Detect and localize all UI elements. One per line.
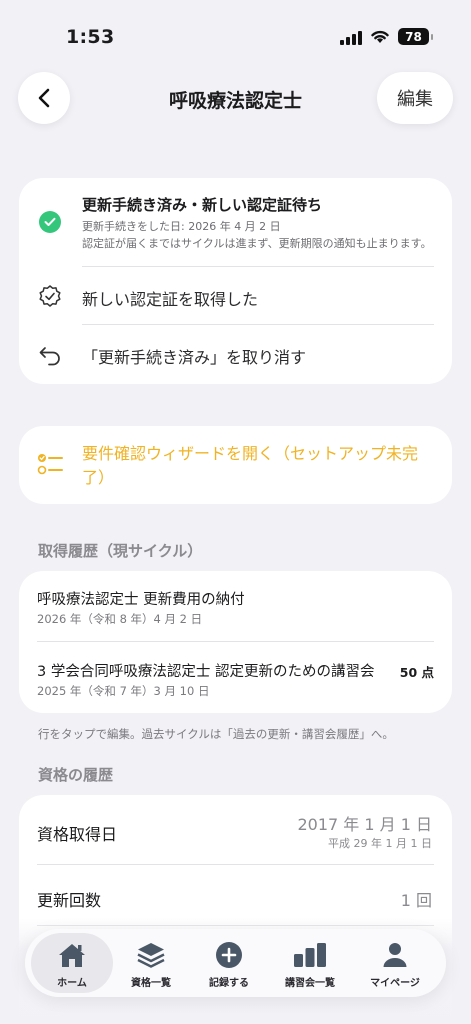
tab-label: 講習会一覧 bbox=[285, 978, 335, 989]
acquired-date-value: 2017 年 1 月 1 日 bbox=[297, 815, 432, 834]
acquired-date-row[interactable]: 資格取得日 2017 年 1 月 1 日 平成 29 年 1 月 1 日 bbox=[19, 797, 452, 863]
history-row[interactable]: 3 学会合同呼吸療法認定士 認定更新のための講習会 50 点 2025 年（令和… bbox=[19, 643, 452, 713]
undo-renewal-label: 「更新手続き済み」を取り消す bbox=[82, 348, 307, 367]
checklist-icon bbox=[37, 452, 65, 478]
tab-label: ホーム bbox=[57, 978, 87, 989]
undo-renewal-action[interactable]: 「更新手続き済み」を取り消す bbox=[19, 325, 452, 383]
history-section-heading: 取得履歴（現サイクル） bbox=[38, 542, 203, 560]
wifi-icon bbox=[371, 30, 389, 43]
house-icon bbox=[31, 941, 113, 969]
status-time: 1:53 bbox=[66, 26, 115, 48]
renewal-status-row: 更新手続き済み・新しい認定証待ち 更新手続きをした日: 2026 年 4 月 2… bbox=[19, 194, 452, 268]
screen: 1:53 78 呼吸療法認定士 編集 更新手続き済み・新しい認定証待ち 更新手続… bbox=[0, 0, 471, 1024]
qualification-section-heading: 資格の履歴 bbox=[38, 766, 114, 784]
history-item-date: 2025 年（令和 7 年）3 月 10 日 bbox=[37, 684, 210, 698]
acquired-date-japanese-era: 平成 29 年 1 月 1 日 bbox=[328, 837, 432, 850]
stack-icon bbox=[110, 941, 192, 969]
history-item-date: 2026 年（令和 8 年）4 月 2 日 bbox=[37, 612, 203, 626]
cellular-signal-icon bbox=[340, 29, 362, 45]
obtained-certificate-label: 新しい認定証を取得した bbox=[82, 290, 259, 309]
status-indicators: 78 bbox=[340, 28, 433, 45]
renewal-count-value: 1 回 bbox=[400, 891, 432, 910]
tab-seminars[interactable]: 講習会一覧 bbox=[269, 933, 351, 993]
seal-check-icon bbox=[37, 284, 63, 310]
divider bbox=[37, 641, 434, 642]
tab-home[interactable]: ホーム bbox=[31, 933, 113, 993]
undo-arrow-icon bbox=[37, 342, 63, 368]
edit-button[interactable]: 編集 bbox=[377, 72, 453, 124]
renewal-status-title: 更新手続き済み・新しい認定証待ち bbox=[82, 196, 323, 214]
requirements-wizard-button[interactable]: 要件確認ウィザードを開く（セットアップ未完了） bbox=[19, 426, 452, 504]
tab-qualifications[interactable]: 資格一覧 bbox=[110, 933, 192, 993]
renewal-count-label: 更新回数 bbox=[37, 891, 102, 910]
tab-label: マイページ bbox=[370, 978, 420, 989]
renewal-date-text: 更新手続きをした日: 2026 年 4 月 2 日 bbox=[82, 220, 281, 233]
tab-record[interactable]: 記録する bbox=[188, 933, 270, 993]
checkmark-icon bbox=[39, 211, 61, 233]
navigation-bar: 呼吸療法認定士 編集 bbox=[0, 72, 471, 128]
battery-icon: 78 bbox=[398, 28, 433, 45]
renewal-status-card: 更新手続き済み・新しい認定証待ち 更新手続きをした日: 2026 年 4 月 2… bbox=[19, 178, 452, 384]
history-item-title: 3 学会合同呼吸療法認定士 認定更新のための講習会 bbox=[37, 664, 375, 680]
obtained-certificate-action[interactable]: 新しい認定証を取得した bbox=[19, 267, 452, 325]
history-item-points: 50 点 bbox=[399, 665, 434, 680]
history-list: 呼吸療法認定士 更新費用の納付 2026 年（令和 8 年）4 月 2 日 3 … bbox=[19, 571, 452, 713]
tab-bar: ホーム 資格一覧 記録する 講習会一覧 マイページ bbox=[25, 929, 446, 997]
acquired-date-label: 資格取得日 bbox=[37, 825, 118, 844]
history-row[interactable]: 呼吸療法認定士 更新費用の納付 2026 年（令和 8 年）4 月 2 日 bbox=[19, 571, 452, 641]
history-item-title: 呼吸療法認定士 更新費用の納付 bbox=[37, 592, 245, 608]
person-icon bbox=[354, 941, 436, 969]
bar-chart-icon bbox=[269, 941, 351, 969]
status-bar: 1:53 78 bbox=[0, 0, 471, 72]
tab-label: 資格一覧 bbox=[131, 978, 171, 989]
tab-mypage[interactable]: マイページ bbox=[354, 933, 436, 993]
renewal-note-text: 認定証が届くまではサイクルは進まず、更新期限の通知も止まります。 bbox=[82, 237, 432, 250]
history-footnote: 行をタップで編集。過去サイクルは「過去の更新・講習会履歴」へ。 bbox=[38, 727, 394, 741]
plus-circle-icon bbox=[188, 941, 270, 969]
wizard-label: 要件確認ウィザードを開く（セットアップ未完了） bbox=[82, 444, 419, 487]
tab-label: 記録する bbox=[209, 978, 249, 989]
